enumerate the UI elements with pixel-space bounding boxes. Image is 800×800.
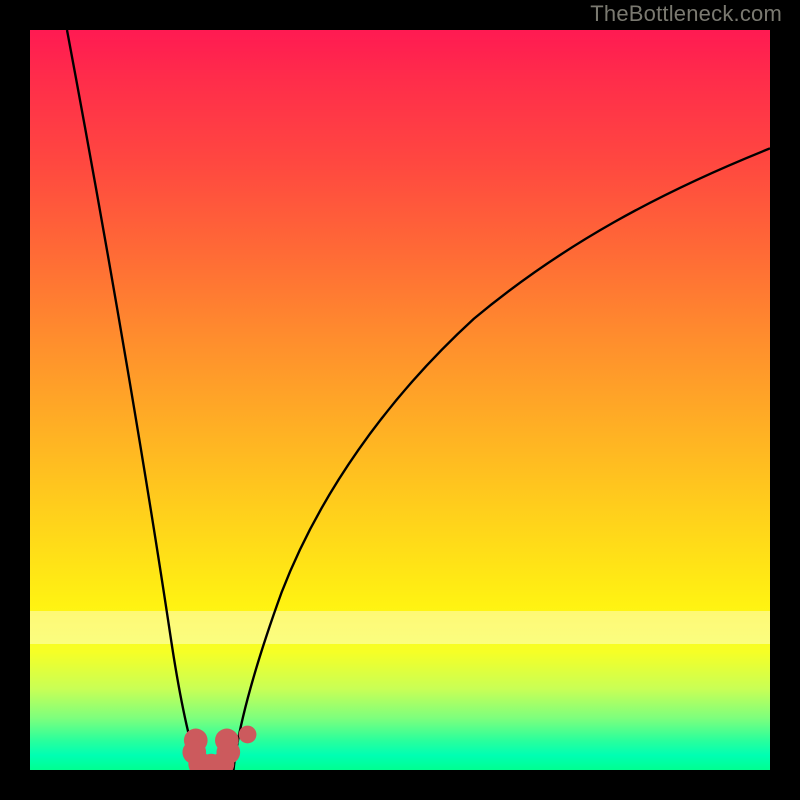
- watermark-text: TheBottleneck.com: [590, 0, 782, 28]
- marker-lone-dot: [239, 726, 257, 744]
- plot-area: [30, 30, 770, 770]
- outer-frame: TheBottleneck.com: [0, 0, 800, 800]
- right-branch-curve: [234, 148, 771, 770]
- marker-group: [182, 726, 256, 770]
- curve-layer: [30, 30, 770, 770]
- left-branch-curve: [67, 30, 199, 770]
- marker-bracket-right-top: [215, 729, 239, 753]
